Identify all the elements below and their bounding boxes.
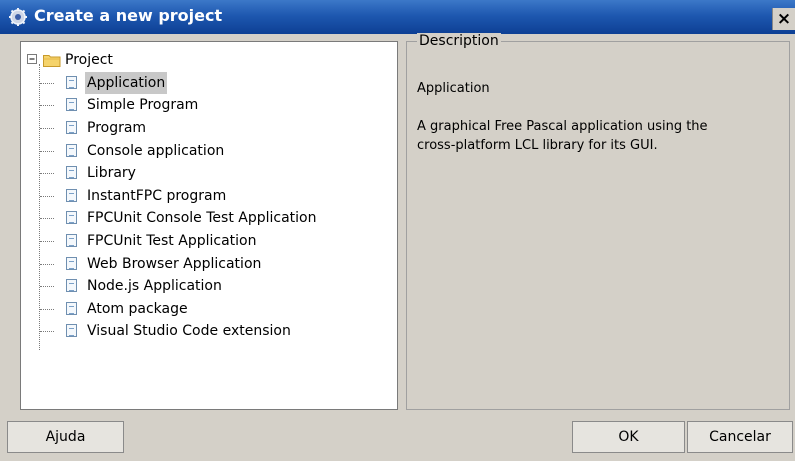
folder-icon [43, 55, 61, 67]
tree-item-label: Application [85, 72, 168, 94]
tree-item-console-application[interactable]: Console application [21, 140, 397, 162]
document-icon [66, 211, 77, 224]
description-text-line2: cross-platform LCL library for its GUI. [417, 138, 658, 153]
tree-connector [40, 83, 54, 84]
tree-item-web-browser-application[interactable]: Web Browser Application [21, 253, 397, 275]
tree-item-label: Web Browser Application [87, 256, 262, 272]
help-button-label: Ajuda [45, 429, 86, 445]
tree-connector [40, 151, 54, 152]
tree-item-nodejs-application[interactable]: Node.js Application [21, 275, 397, 297]
tree-item-library[interactable]: Library [21, 162, 397, 184]
tree-item-simple-program[interactable]: Simple Program [21, 94, 397, 116]
tree-item-label: Library [87, 165, 136, 181]
tree-item-vscode-extension[interactable]: Visual Studio Code extension [21, 320, 397, 342]
tree-root-project[interactable]: Project [21, 49, 397, 71]
document-icon [66, 98, 77, 111]
tree-item-instantfpc-program[interactable]: InstantFPC program [21, 185, 397, 207]
window-title: Create a new project [34, 6, 223, 25]
close-button[interactable]: × [772, 8, 795, 30]
tree-item-label: Visual Studio Code extension [87, 323, 291, 339]
description-group: Description Application A graphical Free… [406, 33, 790, 410]
tree-item-fpcunit-console-test[interactable]: FPCUnit Console Test Application [21, 207, 397, 229]
tree-connector [40, 286, 54, 287]
tree-item-label: Program [87, 120, 147, 136]
tree-item-program[interactable]: Program [21, 117, 397, 139]
project-type-tree[interactable]: Project Application Simple Program Progr… [20, 41, 398, 410]
document-icon [66, 121, 77, 134]
tree-connector [40, 218, 54, 219]
document-icon [66, 166, 77, 179]
help-button[interactable]: Ajuda [7, 421, 124, 453]
tree-connector [40, 331, 54, 332]
tree-connector [40, 128, 54, 129]
description-text-line1: A graphical Free Pascal application usin… [417, 119, 708, 134]
document-icon [66, 189, 77, 202]
tree-connector [40, 105, 54, 106]
document-icon [66, 234, 77, 247]
tree-connector [40, 173, 54, 174]
document-icon [66, 302, 77, 315]
tree-item-label: FPCUnit Console Test Application [87, 210, 317, 226]
tree-item-atom-package[interactable]: Atom package [21, 298, 397, 320]
document-icon [66, 279, 77, 292]
tree-item-label: Node.js Application [87, 278, 222, 294]
cancel-button-label: Cancelar [709, 429, 771, 445]
tree-connector [40, 309, 54, 310]
collapse-icon[interactable] [27, 54, 38, 65]
description-title: Application [417, 81, 490, 96]
tree-connector [40, 241, 54, 242]
document-icon [66, 324, 77, 337]
document-icon [66, 144, 77, 157]
tree-connector [40, 264, 54, 265]
tree-item-label: Atom package [87, 301, 188, 317]
description-legend: Description [417, 33, 501, 49]
tree-item-label: Simple Program [87, 97, 199, 113]
tree-item-label: Console application [87, 143, 225, 159]
tree-item-application[interactable]: Application [21, 72, 397, 94]
tree-item-label: InstantFPC program [87, 188, 227, 204]
create-project-dialog: Create a new project × Project Applicati… [0, 0, 795, 461]
ok-button[interactable]: OK [572, 421, 685, 453]
document-icon [66, 76, 77, 89]
tree-item-fpcunit-test[interactable]: FPCUnit Test Application [21, 230, 397, 252]
title-bar[interactable]: Create a new project × [0, 0, 795, 34]
tree-connector [40, 196, 54, 197]
tree-item-label: FPCUnit Test Application [87, 233, 257, 249]
tree-root-label: Project [65, 52, 113, 68]
ok-button-label: OK [618, 429, 639, 445]
document-icon [66, 257, 77, 270]
lazarus-app-icon [9, 8, 27, 26]
cancel-button[interactable]: Cancelar [687, 421, 793, 453]
close-icon: × [776, 9, 792, 29]
